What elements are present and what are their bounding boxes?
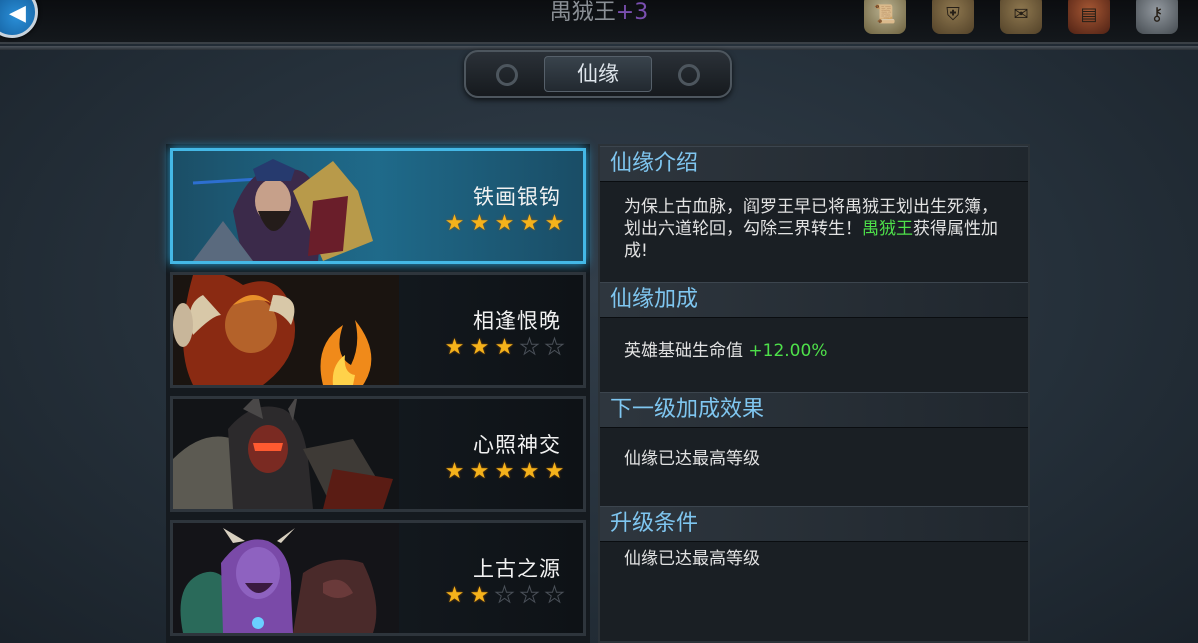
intro-highlight: 禺狨王: [862, 219, 913, 239]
star-filled-icon: ★: [444, 211, 465, 236]
star-empty-icon: ★: [519, 583, 540, 609]
hero-portrait: [173, 275, 399, 385]
star-filled-icon: ★: [444, 335, 465, 360]
top-icon-bar: 📜 ⛨ ✉ ▤ ⚷: [864, 0, 1178, 34]
star-filled-icon: ★: [469, 583, 490, 608]
fate-card-1[interactable]: 铁画银钩 ★ ★ ★ ★ ★: [170, 148, 586, 264]
upgrade-text: 仙缘已达最高等级: [624, 549, 760, 569]
hero-portrait: [173, 151, 399, 261]
book-icon[interactable]: ▤: [1068, 0, 1110, 34]
shield-icon[interactable]: ⛨: [932, 0, 974, 34]
title-plaque: 仙缘: [464, 50, 732, 98]
upgrade-body: 仙缘已达最高等级: [600, 542, 1028, 641]
star-filled-icon: ★: [469, 211, 490, 236]
intro-header: 仙缘介绍: [600, 146, 1028, 182]
star-empty-icon: ★: [494, 583, 515, 609]
hero-portrait: [173, 399, 399, 509]
next-level-text: 仙缘已达最高等级: [624, 449, 760, 469]
star-filled-icon: ★: [444, 459, 465, 484]
star-filled-icon: ★: [544, 211, 565, 236]
fate-name: 铁画银钩: [473, 185, 561, 209]
star-empty-icon: ★: [544, 583, 565, 609]
star-filled-icon: ★: [494, 459, 515, 484]
star-filled-icon: ★: [494, 335, 515, 360]
star-filled-icon: ★: [494, 211, 515, 236]
star-rating: ★ ★ ★ ★ ★: [444, 335, 565, 361]
panel-title: 仙缘: [544, 56, 652, 92]
bonus-header: 仙缘加成: [600, 282, 1028, 318]
hero-name: 禺狨王: [549, 0, 616, 25]
fate-card-4[interactable]: 上古之源 ★ ★ ★ ★ ★: [170, 520, 586, 636]
fate-name: 上古之源: [473, 557, 561, 581]
star-filled-icon: ★: [544, 459, 565, 484]
fate-card-2[interactable]: 相逢恨晚 ★ ★ ★ ★ ★: [170, 272, 586, 388]
star-filled-icon: ★: [469, 335, 490, 360]
ornament-icon: [496, 64, 518, 86]
star-rating: ★ ★ ★ ★ ★: [444, 583, 565, 609]
intro-body: 为保上古血脉，阎罗王早已将禺狨王划出生死簿，划出六道轮回，勾除三界转生！禺狨王获…: [600, 182, 1028, 282]
ornament-icon: [678, 64, 700, 86]
fate-list: 铁画银钩 ★ ★ ★ ★ ★ 相逢恨晚 ★ ★ ★ ★ ★ 心照神交 ★ ★ ★…: [166, 144, 590, 643]
bonus-label: 英雄基础生命值: [624, 341, 749, 361]
hero-portrait: [173, 523, 399, 633]
star-filled-icon: ★: [519, 459, 540, 484]
star-filled-icon: ★: [444, 583, 465, 608]
next-level-body: 仙缘已达最高等级: [600, 428, 1028, 506]
star-empty-icon: ★: [519, 335, 540, 361]
fate-name: 心照神交: [473, 433, 561, 457]
bonus-body: 英雄基础生命值 +12.00%: [600, 318, 1028, 392]
star-empty-icon: ★: [544, 335, 565, 361]
scroll-icon[interactable]: 📜: [864, 0, 906, 34]
document-icon[interactable]: ✉: [1000, 0, 1042, 34]
fate-info-panel: 仙缘介绍 为保上古血脉，阎罗王早已将禺狨王划出生死簿，划出六道轮回，勾除三界转生…: [598, 144, 1030, 643]
fate-name: 相逢恨晚: [473, 309, 561, 333]
bonus-value: +12.00%: [748, 341, 828, 361]
hero-plus-level: +3: [615, 0, 649, 25]
upgrade-header: 升级条件: [600, 506, 1028, 542]
star-filled-icon: ★: [519, 211, 540, 236]
star-filled-icon: ★: [469, 459, 490, 484]
top-bar: ◀ 禺狨王+3 📜 ⛨ ✉ ▤ ⚷: [0, 0, 1198, 44]
next-level-header: 下一级加成效果: [600, 392, 1028, 428]
star-rating: ★ ★ ★ ★ ★: [444, 211, 565, 236]
key-icon[interactable]: ⚷: [1136, 0, 1178, 34]
star-rating: ★ ★ ★ ★ ★: [444, 459, 565, 484]
fate-card-3[interactable]: 心照神交 ★ ★ ★ ★ ★: [170, 396, 586, 512]
